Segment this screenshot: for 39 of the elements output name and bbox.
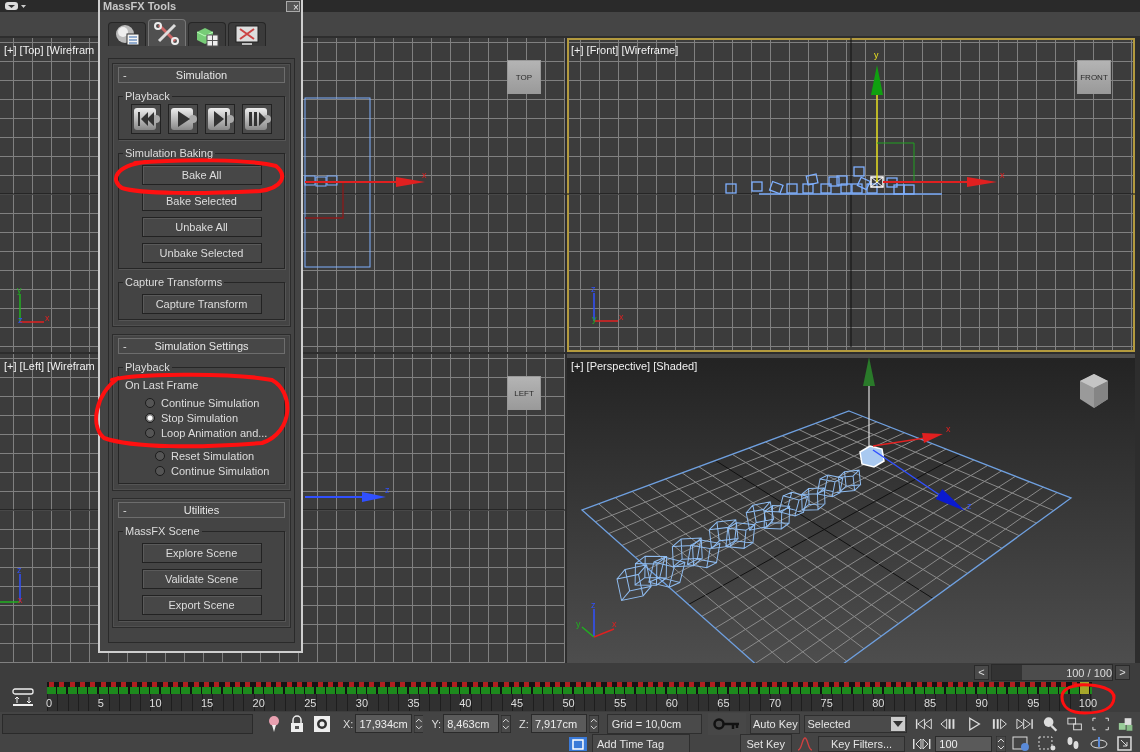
grid-size-field: Grid = 10,0cm [606,713,702,734]
frame-number: 75 [821,696,834,711]
move-gizmo-drawing: z [304,485,390,502]
frame-number: 95 [1028,696,1041,711]
frame-number: 65 [718,696,731,711]
frame-number: 60 [666,696,679,711]
frame-number: 35 [408,696,421,711]
option-label: On Last Frame [125,379,200,391]
group-label: MassFX Scene [124,525,201,537]
frame-number: 55 [615,696,628,711]
rollout-title: Simulation [174,69,229,81]
frame-number: 70 [769,696,783,711]
frame-number: 85 [924,696,938,711]
group-label: Playback [124,361,171,373]
frame-number: 45 [511,696,524,711]
group-label: Playback [124,90,171,102]
frame-number: 15 [201,696,215,711]
frame-number: 100 [1079,696,1098,711]
axis-label: X: [343,717,354,730]
group-label: Simulation Baking [124,147,215,159]
frame-number: 25 [305,696,318,711]
frame-number: 10 [150,696,163,711]
axis-label: Z: [519,717,529,730]
move-gizmo-drawing: y x [871,50,1005,187]
frame-number: 90 [976,696,989,711]
frame-number: 40 [460,696,473,711]
window-title: MassFX Tools [103,0,177,12]
move-gizmo-drawing: x z [863,357,972,511]
frame-number: 80 [873,696,886,711]
frame-number: 0 [47,696,54,711]
frame-number: 5 [98,696,105,711]
rollout-title: Utilities [182,504,221,516]
rollout-title: Simulation Settings [153,340,250,352]
frame-number: 20 [253,696,266,711]
move-gizmo-drawing: x [304,170,427,219]
group-label: Capture Transforms [124,276,224,288]
frame-number: 30 [356,696,370,711]
frame-number: 50 [563,696,576,711]
axis-label: Y: [431,717,442,730]
